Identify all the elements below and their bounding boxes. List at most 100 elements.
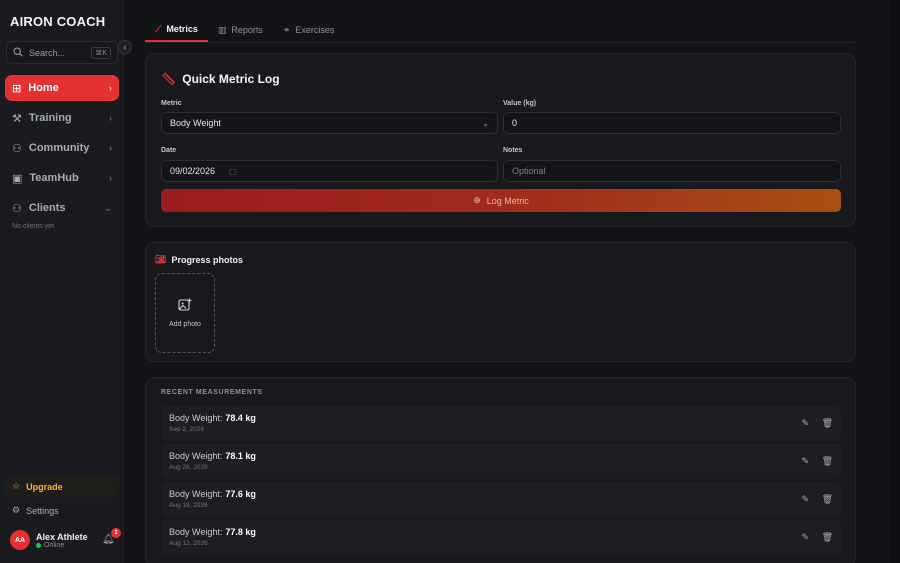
star-icon: ☆ [12,481,21,491]
sidebar-item-training[interactable]: ⚒ Training › [5,105,119,131]
metric-tabs: ⟋ Metrics ▥ Reports ⚭ Exercises [145,18,855,43]
card-title: Progress photos [171,254,243,265]
chevron-down-icon: ⌄ [482,118,489,128]
recent-measurements-title: RECENT MEASUREMENTS [161,389,263,396]
search-shortcut: ⌘K [91,46,111,59]
trash-icon[interactable]: 🗑︎ [822,418,833,429]
date-input[interactable]: 09/02/2026 ▢ [161,160,498,182]
value-input[interactable]: 0 [503,112,841,134]
edit-icon[interactable]: ✎ [801,418,809,429]
edit-icon[interactable]: ✎ [801,494,809,505]
tab-label: Exercises [295,25,335,35]
metric-select-value: Body Weight [170,118,221,128]
chevron-right-icon: › [109,113,112,123]
sidebar-item-label: Community [28,142,90,154]
clients-empty-text: No clients yet [12,223,55,230]
notification-badge: 1 [111,528,121,538]
gear-icon: ⚙ [12,505,21,515]
notes-label: Notes [503,147,523,154]
measurement-value: 77.8 kg [225,527,256,537]
online-dot-icon [36,542,41,548]
log-metric-button[interactable]: ⊕ Log Metric [161,189,841,212]
trash-icon[interactable]: 🗑︎ [822,494,833,505]
sidebar-item-teamhub[interactable]: ▣ TeamHub › [5,165,119,191]
user-status: Online [36,542,88,549]
team-icon: ▣ [12,172,23,185]
user-status-text: Online [44,541,65,549]
recent-measurements-card: RECENT MEASUREMENTS Body Weight: 78.4 kg … [145,377,856,563]
sidebar-item-label: Home [28,82,59,94]
sidebar-item-home[interactable]: ⊞ Home › [5,75,119,101]
measurement-date: Sep 2, 2026 [169,426,205,433]
metric-select[interactable]: Body Weight ⌄ [161,112,498,134]
add-photo-button[interactable]: Add photo [155,273,215,353]
bar-chart-icon: ▥ [217,24,227,35]
measurement-value: 78.1 kg [225,451,256,461]
collapse-sidebar-button[interactable]: ‹ [118,40,132,54]
quick-metric-log-card: 📏︎ Quick Metric Log Metric Body Weight ⌄… [145,53,856,227]
sidebar-item-label: Clients [28,202,66,214]
camera-icon: 📷︎ [155,254,167,264]
avatar[interactable]: AA [10,530,30,550]
ruler-icon: 📏︎ [161,72,177,86]
list-item: Body Weight: 77.6 kg Aug 19, 2026 ✎ 🗑︎ [161,482,841,517]
progress-photos-card: 📷︎ Progress photos Add photo [145,242,856,362]
sidebar-item-clients[interactable]: ⚇ Clients ⌄ [5,195,119,221]
trash-icon[interactable]: 🗑︎ [822,532,833,543]
calendar-icon[interactable]: ▢ [229,167,237,176]
measurement-date: Aug 19, 2026 [169,502,208,509]
search-box[interactable]: Search... ⌘K [6,41,118,64]
measurement-value: 77.6 kg [225,489,256,499]
progress-photos-title: 📷︎ Progress photos [155,254,243,265]
chevron-down-icon: ⌄ [104,202,112,213]
tab-label: Reports [231,25,263,35]
sidebar-item-community[interactable]: ⚇ Community › [5,135,119,161]
tab-metrics[interactable]: ⟋ Metrics [145,18,208,42]
log-metric-label: Log Metric [486,195,529,206]
sidebar-item-label: TeamHub [29,172,79,184]
chevron-right-icon: › [109,173,112,183]
measurement-date: Aug 26, 2026 [169,464,208,471]
trash-icon[interactable]: 🗑︎ [822,456,833,467]
measurement-label: Body Weight: [169,451,223,461]
exercises-icon: ⚭ [282,24,291,35]
measurement-label: Body Weight: [169,413,223,423]
search-input[interactable]: Search... [29,48,65,58]
measurement-label: Body Weight: [169,527,223,537]
tab-exercises[interactable]: ⚭ Exercises [273,18,345,42]
sidebar-nav: ⊞ Home › ⚒ Training › ⚇ Community › ▣ Te… [5,75,119,230]
settings-label: Settings [26,505,59,516]
measurement-value: 78.4 kg [225,413,256,423]
add-photo-label: Add photo [169,321,201,328]
page-scrollbar[interactable] [890,0,900,563]
app-logo[interactable]: AIRON COACH [10,14,105,29]
measurement-list: Body Weight: 78.4 kg Sep 2, 2026 ✎ 🗑︎ Bod… [161,406,841,558]
upgrade-label: Upgrade [26,481,63,492]
card-title: Quick Metric Log [182,72,280,86]
measurement-label: Body Weight: [169,489,223,499]
value-input-text: 0 [512,118,518,128]
sidebar: AIRON COACH Search... ⌘K ‹ ⊞ Home › ⚒ Tr… [0,0,132,563]
edit-icon[interactable]: ✎ [801,456,809,467]
users-icon: ⚇ [12,142,22,155]
clients-icon: ⚇ [12,202,22,215]
value-label: Value (kg) [503,100,537,107]
settings-link[interactable]: ⚙ Settings [12,505,59,516]
dumbbell-icon: ⚒ [12,112,22,125]
list-item: Body Weight: 77.8 kg Aug 12, 2026 ✎ 🗑︎ [161,520,841,555]
quick-metric-log-title: 📏︎ Quick Metric Log [161,72,280,86]
image-plus-icon [178,298,192,315]
upgrade-button[interactable]: ☆ Upgrade [5,476,119,497]
list-item: Body Weight: 78.4 kg Sep 2, 2026 ✎ 🗑︎ [161,406,841,441]
plus-circle-icon: ⊕ [473,195,481,205]
tab-reports[interactable]: ▥ Reports [208,18,273,42]
edit-icon[interactable]: ✎ [801,532,809,543]
notes-input[interactable]: Optional [503,160,841,182]
chart-line-icon: ⟋ [155,23,162,34]
tab-label: Metrics [166,24,198,34]
sidebar-item-label: Training [28,112,72,124]
chevron-right-icon: › [109,143,112,153]
user-profile[interactable]: AA Alex Athlete Online 🔔︎ 1 [10,528,121,550]
notes-placeholder: Optional [512,166,546,176]
list-item: Body Weight: 78.1 kg Aug 26, 2026 ✎ 🗑︎ [161,444,841,479]
